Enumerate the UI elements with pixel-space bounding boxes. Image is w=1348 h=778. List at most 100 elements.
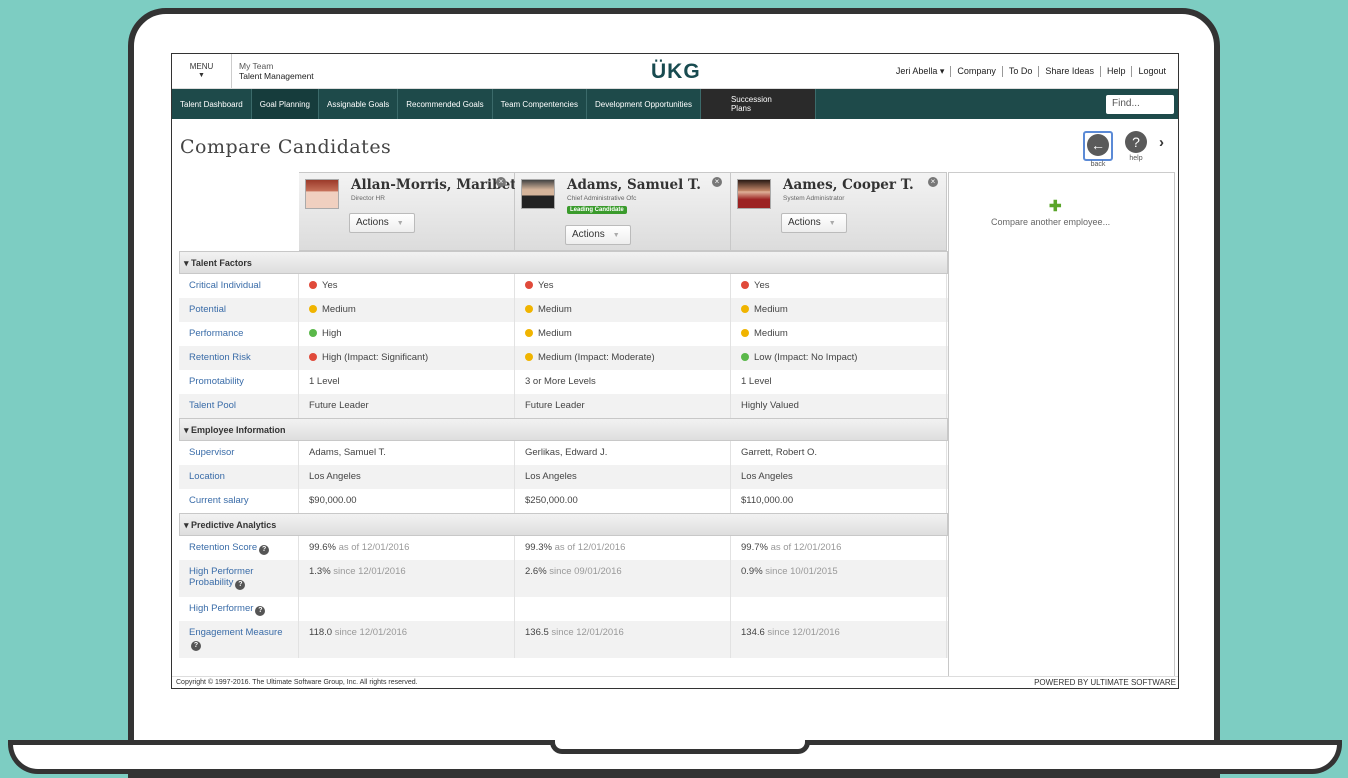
row-label[interactable]: Retention Score?: [179, 536, 299, 560]
tab-talent-dashboard[interactable]: Talent Dashboard: [172, 89, 252, 119]
tab-goal-planning[interactable]: Goal Planning: [251, 89, 319, 119]
cell-subtext: since 12/01/2016: [548, 627, 624, 638]
cell-text: Medium: [538, 304, 572, 315]
candidate-title: System Administrator: [783, 195, 845, 202]
cell-subtext: as of 12/01/2016: [551, 542, 626, 553]
section-header[interactable]: ▾ Talent Factors: [179, 251, 948, 274]
table-row: Talent Pool Future Leader Future Leader Hig…: [179, 394, 948, 418]
table-row: Location Los Angeles Los Angeles Los Angele…: [179, 465, 948, 489]
logout-link[interactable]: Logout: [1131, 66, 1172, 77]
todo-link[interactable]: To Do: [1001, 66, 1039, 77]
candidate-name[interactable]: Aames, Cooper T.: [783, 177, 914, 193]
row-label[interactable]: Engagement Measure?: [179, 621, 299, 658]
candidate-name[interactable]: Adams, Samuel T.: [567, 177, 701, 193]
row-label-text: Engagement Measure: [189, 627, 283, 638]
close-icon[interactable]: ×: [496, 177, 506, 187]
cell-text: Los Angeles: [741, 471, 793, 482]
menu-label: MENU: [189, 62, 214, 71]
row-label-text: Retention Score: [189, 542, 258, 553]
cell-value: 99.3% as of 12/01/2016: [515, 536, 731, 560]
actions-dropdown[interactable]: Actions ▼: [565, 225, 631, 245]
cell-text: High: [322, 328, 342, 339]
cell-value: Medium: [515, 298, 731, 322]
row-label[interactable]: Promotability: [179, 370, 299, 394]
help-icon[interactable]: ?: [235, 580, 246, 590]
tab-succession-plans[interactable]: Succession Plans: [700, 89, 816, 119]
row-label[interactable]: High Performer Probability?: [179, 560, 299, 597]
cell-text: Yes: [754, 280, 770, 291]
row-label[interactable]: Location: [179, 465, 299, 489]
table-row: High Performer Probability? 1.3% since 12…: [179, 560, 948, 597]
cell-text: $110,000.00: [741, 495, 794, 506]
company-link[interactable]: Company: [950, 66, 1002, 77]
candidate-title: Chief Administrative Ofc: [567, 195, 637, 202]
status-dot-icon: [525, 329, 533, 337]
cell-text: 136.5: [525, 627, 549, 638]
table-row: Supervisor Adams, Samuel T. Gerlikas, Edwa…: [179, 441, 948, 465]
row-label-text: Location: [189, 471, 225, 482]
row-label[interactable]: Talent Pool: [179, 394, 299, 418]
row-label[interactable]: Supervisor: [179, 441, 299, 465]
row-label[interactable]: Current salary: [179, 489, 299, 513]
cell-value: Medium (Impact: Moderate): [515, 346, 731, 370]
cell-text: $250,000.00: [525, 495, 578, 506]
cell-text: 1 Level: [741, 376, 772, 387]
back-button[interactable]: ← back: [1083, 131, 1113, 168]
breadcrumb-team[interactable]: My Team: [239, 61, 314, 71]
cell-value: Los Angeles: [299, 465, 515, 489]
row-label[interactable]: Performance: [179, 322, 299, 346]
help-icon[interactable]: ?: [255, 606, 266, 616]
tab-assignable-goals[interactable]: Assignable Goals: [319, 89, 399, 119]
cell-text: 99.7%: [741, 542, 768, 553]
cell-value: Adams, Samuel T.: [299, 441, 515, 465]
cell-text: Low (Impact: No Impact): [754, 352, 858, 363]
section-header[interactable]: ▾ Employee Information: [179, 418, 948, 441]
row-label[interactable]: Potential: [179, 298, 299, 322]
cell-text: Future Leader: [525, 400, 585, 411]
status-dot-icon: [309, 329, 317, 337]
actions-label: Actions: [572, 229, 605, 240]
tab-recommended-goals[interactable]: Recommended Goals: [398, 89, 493, 119]
actions-dropdown[interactable]: Actions ▼: [781, 213, 847, 233]
cell-text: 1 Level: [309, 376, 340, 387]
section-header[interactable]: ▾ Predictive Analytics: [179, 513, 948, 536]
user-menu-link[interactable]: Jeri Abella ▾: [890, 66, 951, 77]
footer: Copyright © 1997-2016. The Ultimate Soft…: [172, 676, 1178, 688]
cell-text: High (Impact: Significant): [322, 352, 429, 363]
menu-button[interactable]: MENU ▼: [172, 54, 232, 88]
top-links: Jeri Abella ▾ Company To Do Share Ideas …: [890, 66, 1172, 77]
cell-value: High: [299, 322, 515, 346]
compare-another-panel[interactable]: ✚ Compare another employee...: [948, 172, 1175, 688]
help-link[interactable]: Help: [1099, 66, 1132, 77]
cell-text: 99.6%: [309, 542, 336, 553]
row-label-text: Retention Risk: [189, 352, 251, 363]
cell-value: Low (Impact: No Impact): [731, 346, 947, 370]
close-icon[interactable]: ×: [712, 177, 722, 187]
row-label-text: Critical Individual: [189, 280, 261, 291]
compare-another-link[interactable]: Compare another employee...: [991, 217, 1110, 227]
row-label[interactable]: Critical Individual: [179, 274, 299, 298]
top-bar: MENU ▼ My Team Talent Management ÜKG Jer…: [172, 54, 1178, 89]
find-input[interactable]: Find...: [1106, 95, 1174, 114]
row-label[interactable]: Retention Risk: [179, 346, 299, 370]
tab-development-opportunities[interactable]: Development Opportunities: [587, 89, 701, 119]
help-icon[interactable]: ?: [259, 545, 270, 555]
cell-text: Yes: [322, 280, 338, 291]
chevron-right-icon[interactable]: ›: [1159, 134, 1164, 151]
copyright-text: Copyright © 1997-2016. The Ultimate Soft…: [176, 679, 418, 686]
close-icon[interactable]: ×: [928, 177, 938, 187]
cell-text: 118.0: [309, 627, 333, 638]
actions-dropdown[interactable]: Actions ▼: [349, 213, 415, 233]
help-icon[interactable]: ?: [191, 641, 201, 651]
help-button[interactable]: ? help: [1121, 131, 1151, 162]
cell-text: Medium (Impact: Moderate): [538, 352, 655, 363]
cell-text: Future Leader: [309, 400, 369, 411]
cell-text: 134.6: [741, 627, 765, 638]
cell-value: Highly Valued: [731, 394, 947, 418]
app-screen: MENU ▼ My Team Talent Management ÜKG Jer…: [171, 53, 1179, 689]
share-ideas-link[interactable]: Share Ideas: [1038, 66, 1100, 77]
tab-team-competencies[interactable]: Team Compentencies: [493, 89, 587, 119]
cell-value: 0.9% since 10/01/2015: [731, 560, 947, 597]
row-label[interactable]: High Performer?: [179, 597, 299, 621]
plus-icon[interactable]: ✚: [1049, 197, 1062, 215]
